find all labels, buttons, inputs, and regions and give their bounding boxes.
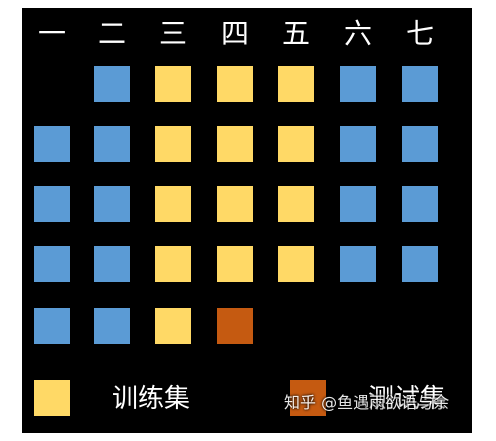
block-blue-r1-c2 — [94, 66, 130, 102]
block-yellow-r4-c5 — [278, 246, 314, 282]
block-blue-r2-c1 — [34, 126, 70, 162]
block-yellow-r3-c3 — [155, 186, 191, 222]
column-label-7: 七 — [405, 17, 434, 50]
block-yellow-r1-c3 — [155, 66, 191, 102]
block-yellow-r2-c4 — [217, 126, 253, 162]
block-blue-r5-c1 — [34, 308, 70, 344]
block-blue-r4-c2 — [94, 246, 130, 282]
block-blue-r1-c6 — [340, 66, 376, 102]
block-yellow-r2-c3 — [155, 126, 191, 162]
legend-train-swatch — [34, 380, 70, 416]
block-blue-r2-c2 — [94, 126, 130, 162]
block-blue-r3-c7 — [402, 186, 438, 222]
column-label-1: 一 — [37, 17, 66, 50]
block-yellow-r1-c4 — [217, 66, 253, 102]
block-yellow-r4-c3 — [155, 246, 191, 282]
block-blue-r1-c7 — [402, 66, 438, 102]
column-label-5: 五 — [281, 17, 310, 50]
block-blue-r3-c1 — [34, 186, 70, 222]
block-blue-r2-c6 — [340, 126, 376, 162]
diagram-panel: 一二三四五六七 训练集 测试集 — [22, 8, 472, 433]
block-blue-r5-c2 — [94, 308, 130, 344]
block-blue-r2-c7 — [402, 126, 438, 162]
block-blue-r3-c2 — [94, 186, 130, 222]
column-label-2: 二 — [97, 17, 126, 50]
block-yellow-r4-c4 — [217, 246, 253, 282]
block-yellow-r5-c3 — [155, 308, 191, 344]
block-yellow-r3-c4 — [217, 186, 253, 222]
block-blue-r3-c6 — [340, 186, 376, 222]
block-yellow-r3-c5 — [278, 186, 314, 222]
watermark-text: 知乎 @鱼遇雨欲语与余 — [284, 393, 450, 412]
block-blue-r4-c1 — [34, 246, 70, 282]
legend-train-label: 训练集 — [112, 384, 191, 414]
column-label-4: 四 — [220, 17, 249, 50]
block-yellow-r1-c5 — [278, 66, 314, 102]
block-orange-r5-c4 — [217, 308, 253, 344]
column-label-6: 六 — [343, 17, 372, 50]
block-blue-r4-c6 — [340, 246, 376, 282]
column-label-3: 三 — [158, 17, 187, 50]
block-blue-r4-c7 — [402, 246, 438, 282]
block-yellow-r2-c5 — [278, 126, 314, 162]
